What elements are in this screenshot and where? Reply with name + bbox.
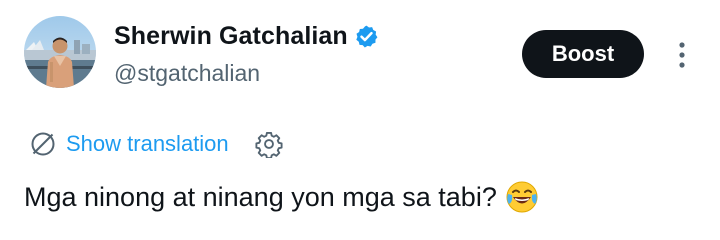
gear-icon[interactable] xyxy=(255,130,283,160)
verified-badge-icon xyxy=(354,24,379,49)
avatar-image xyxy=(24,16,96,88)
show-translation-link[interactable]: Show translation xyxy=(66,131,229,157)
face-with-tears-of-joy-emoji-icon xyxy=(505,180,539,214)
translation-row: Show translation xyxy=(30,128,283,160)
tweet-card: Sherwin Gatchalian @stgatchalian Boost S… xyxy=(0,0,720,240)
author-handle[interactable]: @stgatchalian xyxy=(114,60,260,87)
display-name[interactable]: Sherwin Gatchalian xyxy=(114,22,348,51)
avatar[interactable] xyxy=(24,16,96,88)
author-name-row: Sherwin Gatchalian xyxy=(114,18,379,54)
boost-button[interactable]: Boost xyxy=(522,30,644,78)
globe-icon xyxy=(30,131,56,157)
more-vertical-icon[interactable] xyxy=(672,40,692,70)
tweet-text-row: Mga ninong at ninang yon mga sa tabi? xyxy=(24,180,539,214)
tweet-text: Mga ninong at ninang yon mga sa tabi? xyxy=(24,181,497,212)
